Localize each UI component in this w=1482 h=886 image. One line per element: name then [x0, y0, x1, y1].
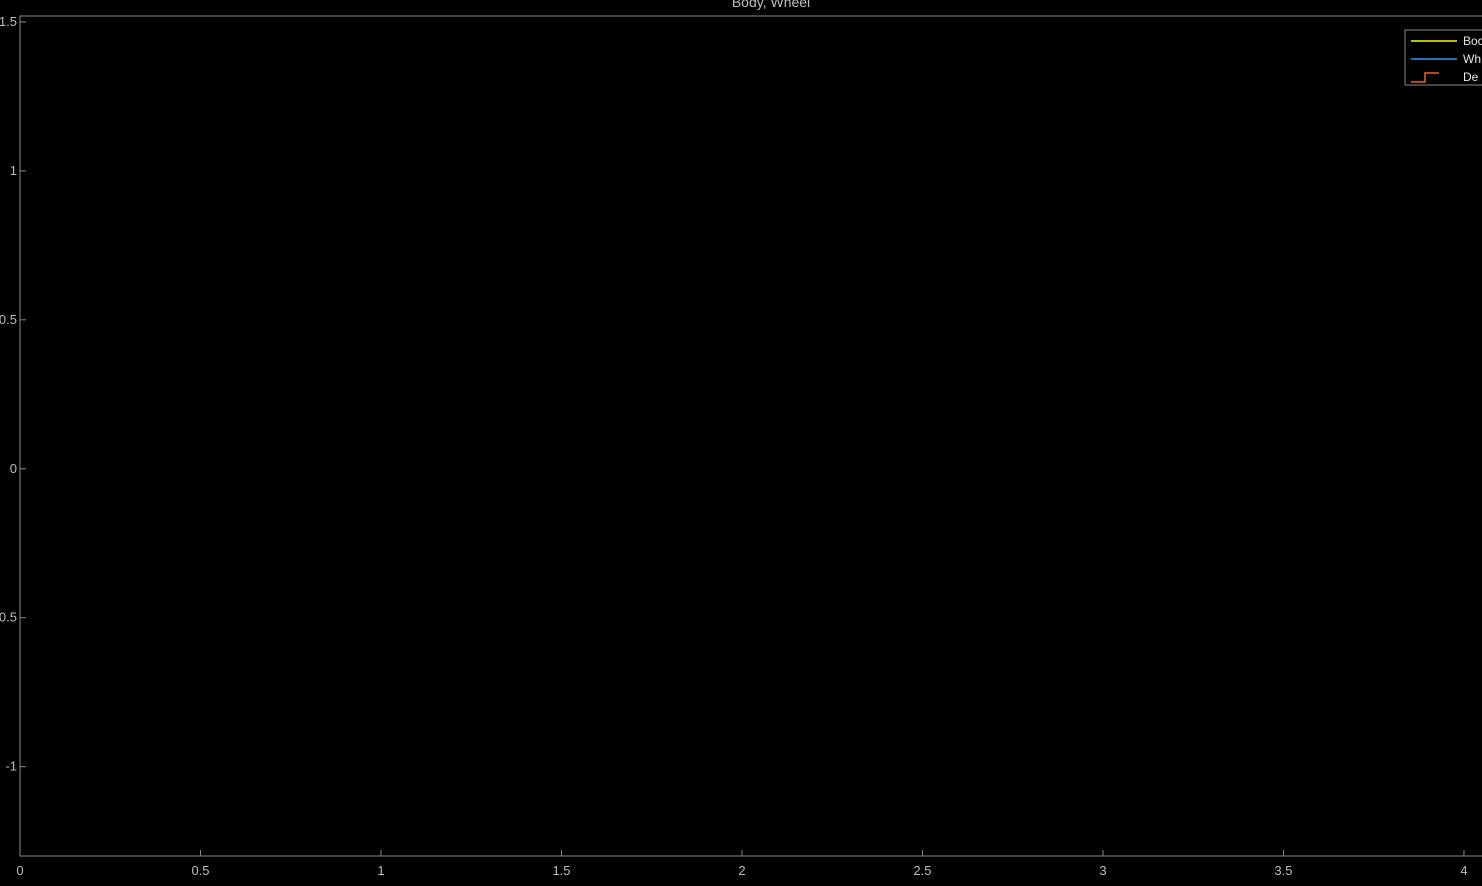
y-tick-label: -1	[5, 759, 17, 774]
x-tick-label: 2	[738, 863, 745, 878]
y-tick-label: 1	[10, 163, 17, 178]
axes: 0 0.5 1 1.5 2 2.5 3 3.5 4 -1 0.5 0 0.5 1 1.5	[0, 14, 1482, 878]
y-tick-label: 1.5	[0, 14, 17, 29]
x-tick-label: 0.5	[191, 863, 209, 878]
x-tick-label: 2.5	[913, 863, 931, 878]
legend[interactable]: Boc Wh De	[1404, 29, 1482, 86]
y-tick-label: 0.5	[0, 312, 17, 327]
x-tick-label: 1.5	[552, 863, 570, 878]
legend-label: Boc	[1463, 34, 1482, 48]
x-tick-label: 0	[16, 863, 23, 878]
scope-window: Body, Wheel 0 0.5 1 1.5 2 2.5 3 3.5 4 -1 0.5 0 0.5 1 1…	[0, 0, 1482, 886]
legend-label: De	[1463, 70, 1479, 84]
line-chart[interactable]: 0 0.5 1 1.5 2 2.5 3 3.5 4 -1 0.5 0 0.5 1 1.5 Boc Wh De	[0, 0, 1482, 886]
x-tick-label: 4	[1460, 863, 1467, 878]
y-tick-label: 0	[10, 461, 17, 476]
legend-label: Wh	[1463, 52, 1481, 66]
x-tick-label: 3	[1099, 863, 1106, 878]
y-tick-label: 0.5	[0, 610, 17, 625]
x-tick-label: 1	[377, 863, 384, 878]
x-tick-label: 3.5	[1274, 863, 1292, 878]
plot-frame	[19, 15, 1482, 857]
